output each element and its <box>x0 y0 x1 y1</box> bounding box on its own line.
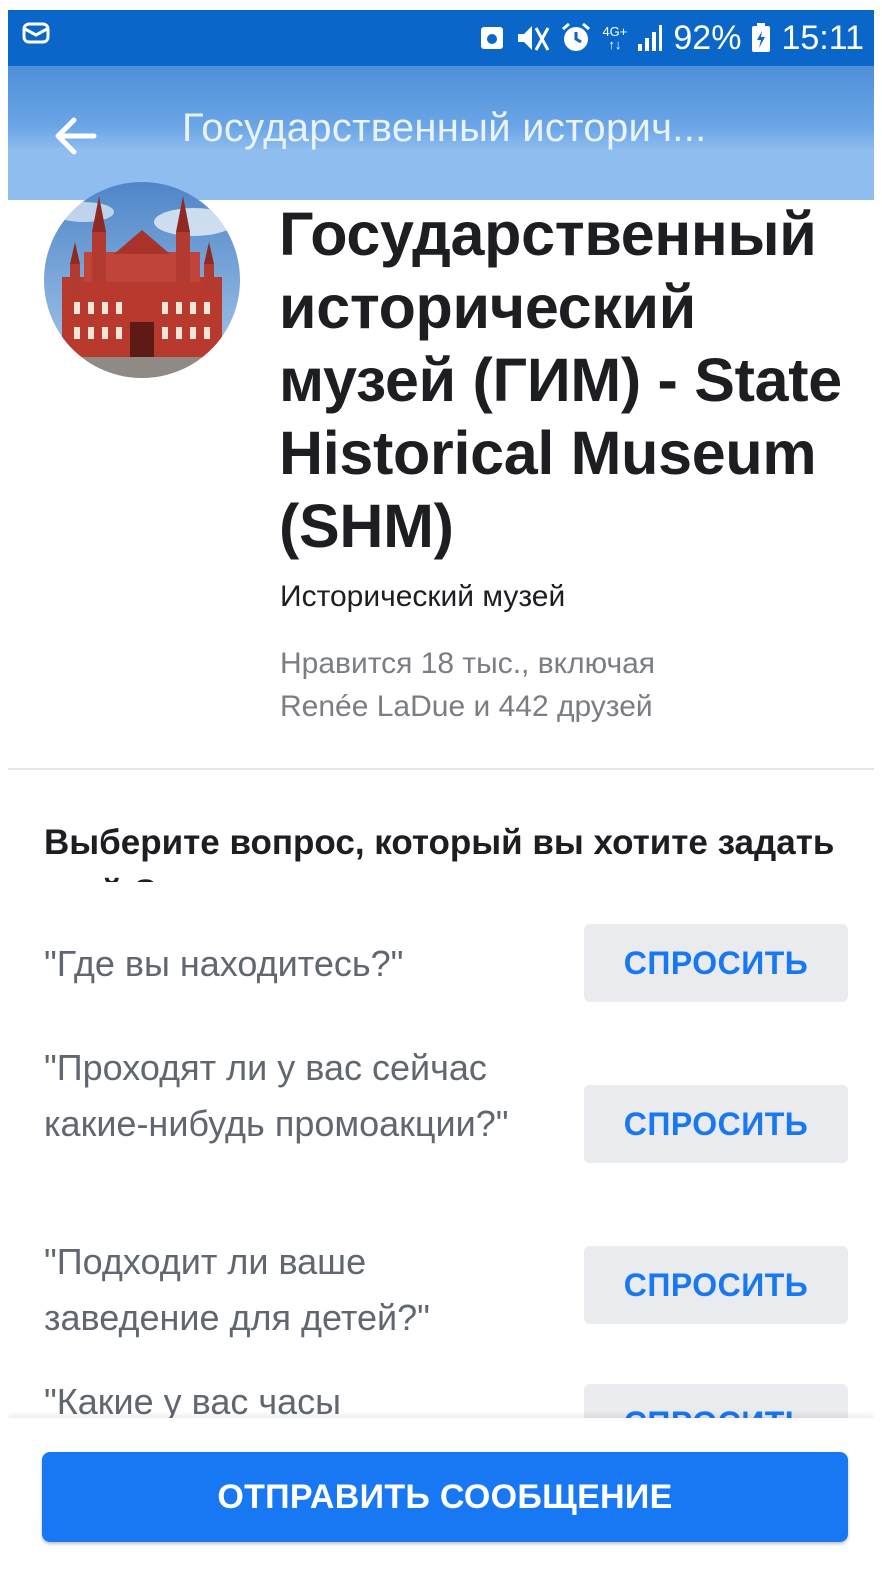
questions-heading: Выберите вопрос, который вы хотите задат… <box>44 823 835 882</box>
question-text: "Какие у вас часы <box>44 1381 342 1418</box>
alarm-icon <box>562 22 591 51</box>
question-text: "Проходят ли у вас сейчас какие-нибудь п… <box>44 1047 509 1144</box>
clock: 15:11 <box>781 18 864 57</box>
screen: 4G+ ↑↓ 92% 15:11 Государственный историч.… <box>8 10 874 1575</box>
mute-icon <box>518 26 550 51</box>
page-likes: Нравится 18 тыс., включая Renée LaDue и … <box>280 642 840 728</box>
ask-button[interactable]: СПРОСИТЬ <box>584 1246 848 1324</box>
page-title: Государственный исторический музей (ГИМ)… <box>279 200 842 560</box>
photo-icon <box>481 27 504 49</box>
signal-icon <box>638 25 663 51</box>
bottom-bar: ОТПРАВИТЬ СООБЩЕНИЕ <box>8 1418 874 1575</box>
network-label: 4G+ <box>602 24 628 39</box>
likes-count: Нравится 18 тыс., включая <box>280 647 656 680</box>
battery-icon <box>752 23 771 52</box>
page-avatar[interactable] <box>44 182 240 378</box>
question-list: "Где вы находитесь?" СПРОСИТЬ "Проходят … <box>8 888 874 1418</box>
section-divider <box>8 768 874 770</box>
network-icon: 4G+ ↑↓ <box>602 24 628 52</box>
send-message-button[interactable]: ОТПРАВИТЬ СООБЩЕНИЕ <box>42 1452 848 1542</box>
ask-button[interactable]: СПРОСИТЬ <box>584 1384 848 1418</box>
likes-friends[interactable]: Renée LaDue и 442 друзей <box>280 690 653 723</box>
status-bar: 4G+ ↑↓ 92% 15:11 <box>8 10 874 66</box>
battery-percent: 92% <box>673 18 742 57</box>
message-icon <box>22 22 50 44</box>
page-category: Исторический музей <box>280 580 566 613</box>
ask-button[interactable]: СПРОСИТЬ <box>584 924 848 1002</box>
museum-building-image <box>44 182 240 378</box>
app-bar-title: Государственный историч... <box>182 106 707 150</box>
question-text: "Подходит ли ваше заведение для детей?" <box>44 1241 430 1338</box>
question-text: "Где вы находитесь?" <box>44 943 404 984</box>
ask-button[interactable]: СПРОСИТЬ <box>584 1085 848 1163</box>
back-arrow-icon[interactable] <box>52 116 98 156</box>
app-bar: Государственный историч... <box>8 66 874 200</box>
